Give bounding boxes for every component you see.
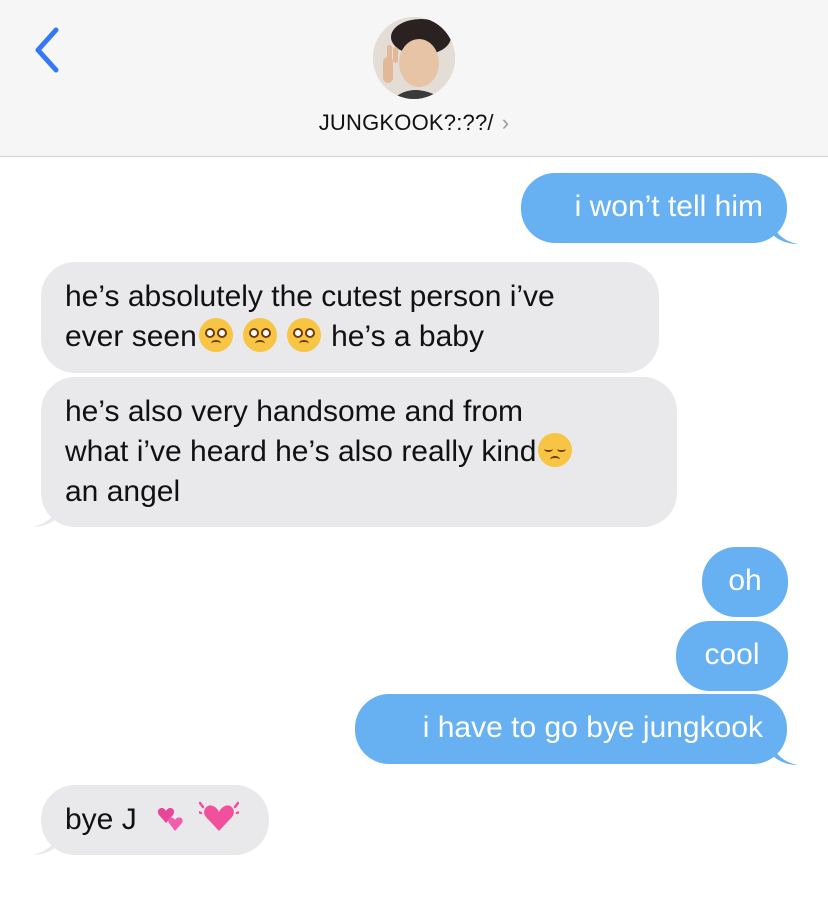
sent-message[interactable]: cool (676, 621, 788, 691)
message-text: what i’ve heard he’s also really kind (65, 435, 537, 468)
pleading-face-emoji (198, 318, 233, 352)
received-message[interactable]: bye J (41, 785, 269, 855)
contact-name: JUNGKOOK?:??/ (318, 110, 494, 135)
revolving-hearts-emoji (157, 808, 183, 831)
message-text: oh (728, 564, 762, 597)
pleading-face-emoji (286, 318, 321, 352)
message-text-line: he’s also very handsome and from (65, 395, 524, 428)
message-text-line: he’s absolutely the cutest person i’ve (65, 280, 555, 313)
disappointed-face-emoji (538, 433, 573, 467)
sent-message[interactable]: i won’t tell him (521, 173, 787, 243)
message-text-line: an angel (65, 475, 181, 508)
message-text: cool (704, 638, 760, 671)
bubble-tail (32, 829, 60, 855)
conversation-header: JUNGKOOK?:??/ › (0, 0, 828, 157)
received-message[interactable]: he’s also very handsome and from what i’… (41, 377, 677, 527)
back-button[interactable] (30, 24, 66, 76)
message-text: i have to go bye jungkook (422, 711, 763, 744)
avatar-photo (373, 17, 455, 99)
sent-message[interactable]: i have to go bye jungkook (355, 694, 787, 764)
chevron-right-icon: › (501, 110, 510, 135)
message-text: i won’t tell him (574, 190, 763, 223)
message-text: he’s a baby (322, 320, 484, 353)
message-text: bye J (65, 803, 137, 836)
bubble-tail (770, 739, 798, 765)
contact-name-button[interactable]: JUNGKOOK?:??/ › (0, 107, 828, 139)
beating-heart-emoji (197, 801, 242, 831)
received-message[interactable]: he’s absolutely the cutest person i’ve e… (41, 262, 659, 373)
bubble-tail (32, 501, 60, 527)
chevron-left-icon (35, 27, 59, 73)
bubble-tail (770, 218, 798, 244)
sent-message[interactable]: oh (702, 547, 788, 617)
contact-avatar[interactable] (373, 17, 455, 99)
message-text-line: ever seen he’s a baby (65, 317, 635, 357)
message-text-line: what i’ve heard he’s also really kind (65, 432, 653, 472)
message-text: ever seen (65, 320, 197, 353)
pleading-face-emoji (242, 318, 277, 352)
